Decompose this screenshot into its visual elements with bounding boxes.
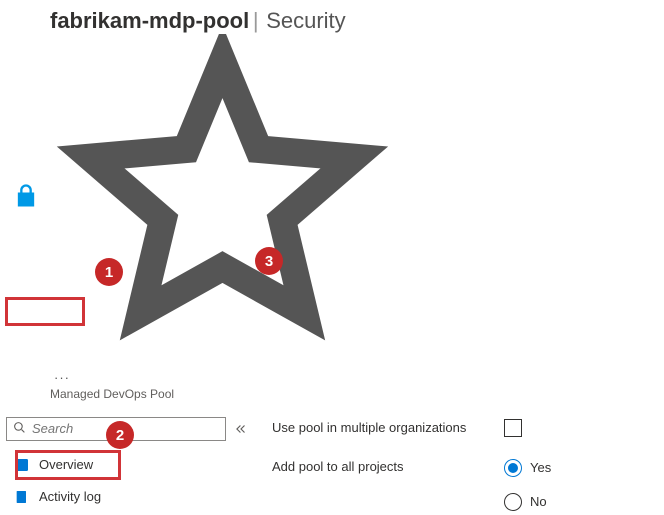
sidebar-label: Overview (39, 457, 93, 472)
resource-type: Managed DevOps Pool (0, 387, 664, 411)
favorite-star-icon[interactable] (56, 355, 389, 370)
activity-log-icon (14, 489, 30, 505)
add-all-label: Add pool to all projects (272, 459, 504, 474)
lock-icon (12, 182, 40, 210)
radio-icon (504, 493, 522, 511)
radio-label: Yes (530, 460, 551, 475)
search-input-wrapper[interactable] (6, 417, 226, 441)
multi-org-label: Use pool in multiple organizations (272, 420, 504, 435)
search-icon (13, 421, 26, 437)
sidebar-item-activity[interactable]: Activity log (6, 481, 248, 513)
radio-label: No (530, 494, 547, 509)
sidebar-label: Activity log (39, 489, 101, 504)
blade-title: Security (266, 8, 345, 33)
radio-icon (504, 459, 522, 477)
collapse-sidebar-icon[interactable] (234, 422, 248, 436)
sidebar: Overview Activity log Access control (IA… (0, 411, 254, 515)
sidebar-item-overview[interactable]: Overview (6, 449, 248, 481)
page-header: fabrikam-mdp-pool | Security ··· (0, 0, 664, 387)
search-input[interactable] (32, 421, 219, 436)
main-content: Use pool in multiple organizations Add p… (254, 411, 664, 515)
more-menu-icon[interactable]: ··· (50, 370, 74, 385)
multi-org-checkbox[interactable] (504, 419, 522, 437)
resource-title: fabrikam-mdp-pool (50, 8, 249, 33)
radio-no[interactable]: No (504, 493, 551, 511)
radio-yes[interactable]: Yes (504, 459, 551, 477)
overview-icon (14, 457, 30, 473)
